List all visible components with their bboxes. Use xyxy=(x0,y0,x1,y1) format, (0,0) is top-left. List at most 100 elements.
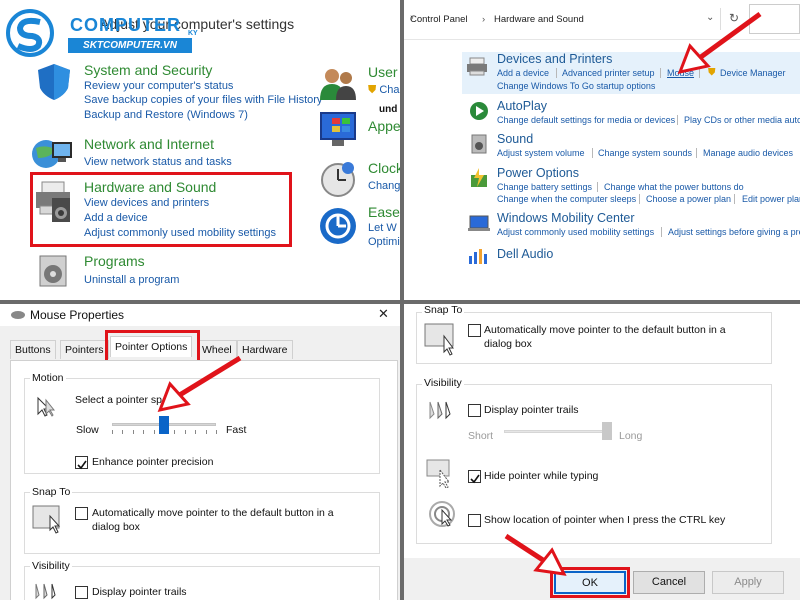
close-icon[interactable]: ✕ xyxy=(378,306,389,322)
trail-length-track[interactable] xyxy=(504,430,610,433)
link-battery-settings[interactable]: Change battery settings xyxy=(497,182,592,192)
logo-s-icon xyxy=(6,9,54,57)
network-globe-icon xyxy=(32,140,72,168)
hide-pointer-typing-checkbox[interactable] xyxy=(468,470,481,484)
slider-tick xyxy=(174,430,176,434)
snap-to-button-icon xyxy=(424,323,454,356)
link-default-media[interactable]: Change default settings for media or dev… xyxy=(497,115,675,125)
ease-of-access-icon xyxy=(320,208,356,244)
link-power-buttons[interactable]: Change what the power buttons do xyxy=(604,182,744,192)
category-appearance[interactable]: Appe xyxy=(368,118,400,134)
slider-tick xyxy=(184,430,186,434)
link-system-volume[interactable]: Adjust system volume xyxy=(497,148,585,158)
pointer-trails-label: Display pointer trails xyxy=(484,404,579,416)
link-change-date[interactable]: Chang xyxy=(368,180,400,192)
hide-pointer-typing-icon xyxy=(426,459,450,488)
link-separator xyxy=(660,68,661,78)
clock-icon xyxy=(321,162,355,197)
tab-pointers[interactable]: Pointers xyxy=(60,340,109,359)
link-power-plan[interactable]: Choose a power plan xyxy=(646,194,731,204)
show-location-ctrl-checkbox[interactable] xyxy=(468,514,481,527)
shield-icon xyxy=(38,64,70,100)
dell-audio-icon xyxy=(469,249,487,264)
link-separator xyxy=(696,148,697,158)
link-uninstall-program[interactable]: Uninstall a program xyxy=(84,274,179,286)
link-network-status[interactable]: View network status and tasks xyxy=(84,156,232,168)
trails-short-label: Short xyxy=(468,430,494,442)
visibility-label: Visibility xyxy=(30,560,72,572)
speaker-icon xyxy=(471,134,487,154)
pointer-trails-checkbox[interactable] xyxy=(75,586,88,599)
link-separator xyxy=(597,182,598,192)
category-ease-of-access[interactable]: Ease o xyxy=(368,204,400,220)
link-separator xyxy=(661,227,662,237)
link-mobility-settings-2[interactable]: Adjust commonly used mobility settings xyxy=(497,227,654,237)
fast-label: Fast xyxy=(226,424,247,436)
link-separator xyxy=(556,68,557,78)
title-bar: Mouse Properties ✕ xyxy=(0,304,400,326)
snap-to-checkbox[interactable] xyxy=(75,507,88,520)
snap-to-text-line2: dialog box xyxy=(484,338,532,350)
checkmark-icon xyxy=(470,474,480,484)
link-backup-restore[interactable]: Backup and Restore (Windows 7) xyxy=(84,109,248,121)
pointer-speed-icon xyxy=(37,396,56,417)
category-network-internet[interactable]: Network and Internet xyxy=(84,136,214,152)
window-title: Mouse Properties xyxy=(30,308,125,322)
user-accounts-icon xyxy=(320,69,356,100)
link-play-cds[interactable]: Play CDs or other media autom xyxy=(684,115,800,125)
slider-tick xyxy=(153,430,155,434)
slider-tick xyxy=(122,430,124,434)
category-clock-region[interactable]: Clock xyxy=(368,160,400,176)
pointer-trails-checkbox[interactable] xyxy=(468,404,481,417)
link-computer-sleeps[interactable]: Change when the computer sleeps xyxy=(497,194,636,204)
link-change-account[interactable]: ⛊ Chan xyxy=(368,84,400,97)
title-autoplay[interactable]: AutoPlay xyxy=(497,99,547,113)
highlight-box-hardware xyxy=(30,172,292,247)
link-system-sounds[interactable]: Change system sounds xyxy=(598,148,692,158)
breadcrumb-control-panel[interactable]: Control Panel xyxy=(410,14,468,25)
red-arrow-pointer-icon xyxy=(157,355,242,413)
link-edit-power-plan[interactable]: Edit power plan xyxy=(742,194,800,204)
enhance-precision-checkbox[interactable] xyxy=(75,456,88,470)
link-let-windows[interactable]: Let W xyxy=(368,222,397,234)
title-power-options[interactable]: Power Options xyxy=(497,166,579,180)
link-add-device-2[interactable]: Add a device xyxy=(497,68,549,78)
link-review-status[interactable]: Review your computer's status xyxy=(84,80,233,92)
title-dell-audio[interactable]: Dell Audio xyxy=(497,247,553,261)
mouse-icon xyxy=(11,311,25,319)
snap-to-checkbox[interactable] xyxy=(468,324,481,337)
watermark-logo: COMPUTER KY SKTCOMPUTER.VN xyxy=(2,8,202,60)
category-system-security[interactable]: System and Security xyxy=(84,62,212,78)
link-advanced-printer[interactable]: Advanced printer setup xyxy=(562,68,655,78)
link-audio-devices[interactable]: Manage audio devices xyxy=(703,148,793,158)
link-presentation-settings[interactable]: Adjust settings before giving a pres xyxy=(668,227,800,237)
category-user-accounts[interactable]: User xyxy=(368,64,398,80)
link-windows-to-go[interactable]: Change Windows To Go startup options xyxy=(497,81,655,91)
motion-label: Motion xyxy=(30,372,66,384)
visibility-label: Visibility xyxy=(422,377,464,389)
appearance-icon xyxy=(320,112,356,146)
snap-to-label: Snap To xyxy=(422,304,465,316)
trail-length-slider-thumb[interactable] xyxy=(602,422,612,440)
tab-buttons[interactable]: Buttons xyxy=(10,340,56,359)
mouse-properties-window: Mouse Properties ✕ Buttons Pointers Poin… xyxy=(0,304,400,600)
apply-button[interactable]: Apply xyxy=(712,571,784,594)
link-file-history[interactable]: Save backup copies of your files with Fi… xyxy=(84,94,322,106)
title-mobility-center[interactable]: Windows Mobility Center xyxy=(497,211,635,225)
hide-pointer-typing-label: Hide pointer while typing xyxy=(484,470,599,482)
logo-tag: KY xyxy=(188,30,198,37)
uac-shield-icon: ⛊ xyxy=(368,84,377,96)
pointer-trails-label: Display pointer trails xyxy=(92,586,187,598)
breadcrumb-hardware-sound[interactable]: Hardware and Sound xyxy=(494,14,584,25)
snap-to-group xyxy=(416,312,772,364)
title-devices-printers[interactable]: Devices and Printers xyxy=(497,52,612,66)
title-sound[interactable]: Sound xyxy=(497,132,533,146)
pointer-location-icon xyxy=(429,501,455,527)
cancel-button[interactable]: Cancel xyxy=(633,571,705,594)
link-optimize[interactable]: Optimi xyxy=(368,236,400,248)
category-programs[interactable]: Programs xyxy=(84,253,145,269)
control-panel-home: Adjust your computer's settings COMPUTER… xyxy=(0,0,400,300)
hardware-and-sound-page: › Control Panel › Hardware and Sound ⌄ ↻… xyxy=(404,0,800,300)
pointer-trails-icon xyxy=(429,401,451,420)
devices-printers-icon xyxy=(467,57,487,76)
